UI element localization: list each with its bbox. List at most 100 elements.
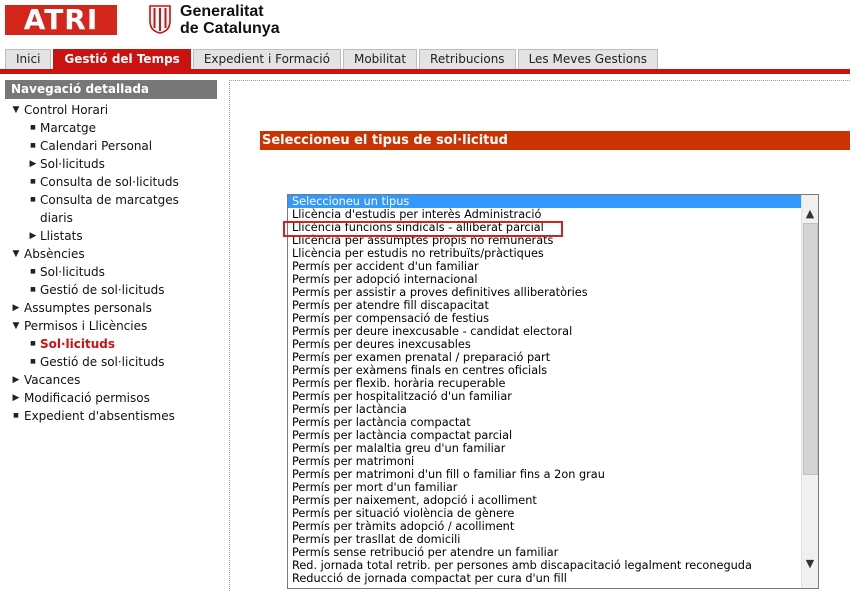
sidebar-list: ▼ Control Horari ■ Marcatge ■ Calendari Perso…	[5, 101, 217, 425]
content-divider-horizontal	[229, 80, 850, 81]
listbox-option[interactable]: Permís per compensació de festius	[288, 312, 801, 325]
tab-inici[interactable]: Inici	[5, 49, 52, 69]
sidebar-item-11[interactable]: ▶ Assumptes personals	[5, 299, 217, 317]
gencat-line1: Generalitat	[180, 3, 264, 20]
sidebar-item-10[interactable]: ■ Gestió de sol·licituds	[5, 281, 217, 299]
sidebar-item-12[interactable]: ▼ Permisos i Llicències	[5, 317, 217, 335]
sidebar-item-9[interactable]: ■ Sol·licituds	[5, 263, 217, 281]
sidebar-item-label: Permisos i Llicències	[24, 319, 148, 333]
expand-right-icon: ▶	[12, 303, 20, 313]
scroll-up-icon[interactable]: ▲	[802, 205, 818, 222]
listbox-option[interactable]: Permís per exàmens finals en centres ofi…	[288, 364, 801, 377]
square-bullet-icon: ■	[30, 286, 36, 293]
listbox-option[interactable]: Red. jornada total retrib. per persones …	[288, 559, 801, 572]
sidebar-item-label: Assumptes personals	[24, 301, 152, 315]
option-highlighted[interactable]: Llicència funcions sindicals - alliberat…	[288, 221, 801, 234]
square-bullet-icon: ■	[30, 268, 36, 275]
tab-mobilitat[interactable]: Mobilitat	[342, 49, 418, 69]
sidebar-item-13[interactable]: ■ Sol·licituds	[5, 335, 217, 353]
tab-retribucions[interactable]: Retribucions	[419, 49, 516, 69]
listbox-option[interactable]: Permís per matrimoni d'un fill o familia…	[288, 468, 801, 481]
atri-logo[interactable]: ATRI	[5, 5, 117, 35]
sidebar-item-label: Sol·licituds	[40, 157, 105, 171]
sidebar-item-label: Sol·licituds	[40, 265, 105, 279]
sidebar-item-8[interactable]: ▼ Absències	[5, 245, 217, 263]
scroll-thumb[interactable]	[803, 223, 818, 475]
listbox-option[interactable]: Permís per malaltia greu d'un familiar	[288, 442, 801, 455]
sidebar-item-label: Absències	[24, 247, 85, 261]
sidebar-item-label: diaris	[40, 211, 73, 225]
main-tabs: Inici Gestió del Temps Expedient i Forma…	[5, 49, 660, 69]
sidebar-item-5[interactable]: ■ Consulta de marcatges	[5, 191, 217, 209]
expand-right-icon: ▶	[12, 375, 20, 385]
sidebar-item-label: Control Horari	[24, 103, 109, 117]
sidebar-item-15[interactable]: ▶ Vacances	[5, 371, 217, 389]
sidebar-item-label: Consulta de marcatges	[40, 193, 179, 207]
sidebar-item-4[interactable]: ■ Consulta de sol·licituds	[5, 173, 217, 191]
listbox-scrollbar[interactable]: ▲ ▼	[801, 195, 818, 588]
sidebar-item-3[interactable]: ▶ Sol·licituds	[5, 155, 217, 173]
page-header: ATRI Generalitat de Catalunya	[0, 0, 850, 46]
listbox-option[interactable]: Permís per situació violència de gènere	[288, 507, 801, 520]
listbox-option[interactable]: Permís per lactància	[288, 403, 801, 416]
sidebar-item-14[interactable]: ■ Gestió de sol·licituds	[5, 353, 217, 371]
listbox-option[interactable]: Permís per examen prenatal / preparació …	[288, 351, 801, 364]
listbox-option[interactable]: Permís per tràmits adopció / acolliment	[288, 520, 801, 533]
listbox-option[interactable]: Permís per deures inexcusables	[288, 338, 801, 351]
listbox-option[interactable]: Permís per matrimoni	[288, 455, 801, 468]
sidebar-item-17[interactable]: ■ Expedient d'absentismes	[5, 407, 217, 425]
sidebar-item-0[interactable]: ▼ Control Horari	[5, 101, 217, 119]
listbox-option[interactable]: Permís per adopció internacional	[288, 273, 801, 286]
square-bullet-icon: ■	[30, 340, 36, 347]
expand-down-icon: ▼	[12, 321, 20, 331]
listbox-option[interactable]: Permís per lactància compactat	[288, 416, 801, 429]
sidebar-item-label: Consulta de sol·licituds	[40, 175, 179, 189]
listbox-option[interactable]: Permís per naixement, adopció i acollime…	[288, 494, 801, 507]
gencat-emblem-icon	[149, 5, 171, 34]
listbox-option[interactable]: Llicència per assumptes propis no remune…	[288, 234, 801, 247]
expand-down-icon: ▼	[12, 105, 20, 115]
listbox-option[interactable]: Permís per flexib. horària recuperable	[288, 377, 801, 390]
square-bullet-icon: ■	[30, 196, 36, 203]
scroll-down-icon[interactable]: ▼	[802, 555, 818, 572]
expand-down-icon: ▼	[12, 249, 20, 259]
request-type-listbox[interactable]: Seleccioneu un tipus Llicència d'estudis …	[287, 194, 819, 589]
expand-right-icon: ▶	[29, 159, 37, 169]
sidebar-item-6[interactable]: diaris	[5, 209, 217, 227]
sidebar-item-label: Gestió de sol·licituds	[40, 283, 165, 297]
listbox-option[interactable]: Permís per atendre fill discapacitat	[288, 299, 801, 312]
section-title: Seleccioneu el tipus de sol·licitud	[260, 131, 850, 150]
listbox-option[interactable]: Permís per hospitalització d'un familiar	[288, 390, 801, 403]
sidebar-item-label: Sol·licituds	[40, 337, 116, 351]
sidebar-item-16[interactable]: ▶ Modificació permisos	[5, 389, 217, 407]
tab-expedient-i-formacio[interactable]: Expedient i Formació	[192, 49, 341, 69]
listbox-option[interactable]: Permís per trasllat de domicili	[288, 533, 801, 546]
gencat-wordmark: Generalitat de Catalunya	[180, 3, 280, 37]
listbox-option[interactable]: Permís per lactància compactat parcial	[288, 429, 801, 442]
expand-right-icon: ▶	[29, 231, 37, 241]
tab-les-meves-gestions[interactable]: Les Meves Gestions	[517, 49, 658, 69]
listbox-option[interactable]: Llicència d'estudis per interès Administ…	[288, 208, 801, 221]
square-bullet-icon: ■	[30, 124, 36, 131]
listbox-option[interactable]: Permís per assistir a proves definitives…	[288, 286, 801, 299]
sidebar-item-label: Expedient d'absentismes	[24, 409, 175, 423]
square-bullet-icon: ■	[30, 178, 36, 185]
sidebar-item-label: Calendari Personal	[40, 139, 153, 153]
listbox-options: Seleccioneu un tipus Llicència d'estudis …	[288, 195, 801, 585]
sidebar-item-2[interactable]: ■ Calendari Personal	[5, 137, 217, 155]
content-divider-vertical	[229, 80, 230, 591]
sidebar-item-1[interactable]: ■ Marcatge	[5, 119, 217, 137]
listbox-option[interactable]: Permís per mort d'un familiar	[288, 481, 801, 494]
listbox-option[interactable]: Permís per deure inexcusable - candidat …	[288, 325, 801, 338]
sidebar-item-label: Gestió de sol·licituds	[40, 355, 165, 369]
sidebar-title: Navegació detallada	[5, 80, 217, 99]
listbox-option[interactable]: Seleccioneu un tipus	[288, 195, 801, 208]
listbox-option[interactable]: Llicència per estudis no retribuïts/pràc…	[288, 247, 801, 260]
listbox-option[interactable]: Permís per accident d'un familiar	[288, 260, 801, 273]
sidebar-nav: Navegació detallada ▼ Control Horari ■ Marc…	[5, 80, 217, 425]
tab-gestio-del-temps[interactable]: Gestió del Temps	[53, 49, 191, 69]
sidebar-item-7[interactable]: ▶ Llistats	[5, 227, 217, 245]
square-bullet-icon: ■	[30, 358, 36, 365]
listbox-option[interactable]: Reducció de jornada compactat per cura d…	[288, 572, 801, 585]
listbox-option[interactable]: Permís sense retribució per atendre un f…	[288, 546, 801, 559]
